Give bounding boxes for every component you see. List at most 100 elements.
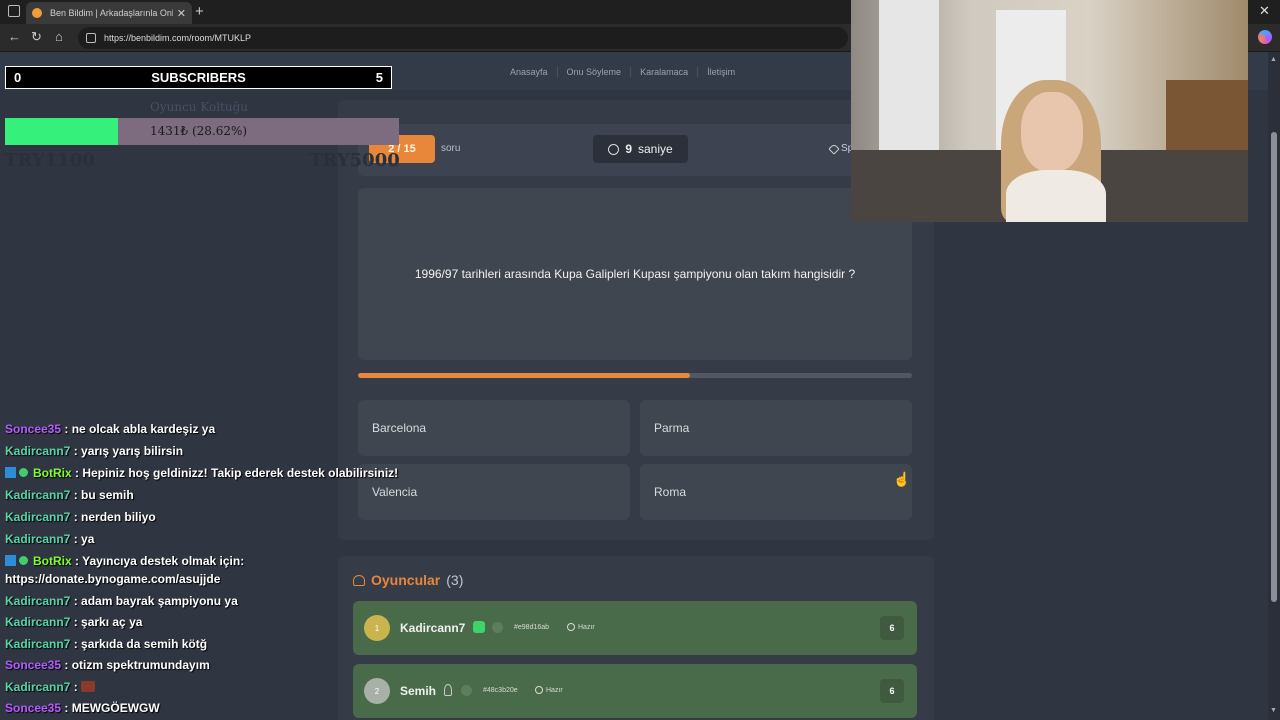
sub-goal-target: 5	[375, 70, 383, 85]
donation-goal-text: 1431₺ (28.62%)	[150, 124, 248, 138]
moderator-badge-icon	[5, 467, 16, 478]
verified-badge-icon	[19, 468, 28, 477]
player-status-text: Hazır	[578, 623, 595, 631]
chat-message: Kadircann7 : nerden biliyo	[5, 510, 156, 524]
chat-username[interactable]: Soncee35	[5, 422, 61, 436]
chat-message: Kadircann7 : bu semih	[5, 488, 134, 502]
chat-message: Kadircann7 : yarış yarış bilirsin	[5, 444, 183, 458]
chat-username[interactable]: Kadircann7	[5, 680, 70, 694]
chat-username[interactable]: Kadircann7	[5, 637, 70, 651]
player-score: 6	[880, 679, 904, 703]
close-tab-icon[interactable]: ✕	[177, 7, 186, 20]
chat-text: : Hepiniz hoş geldinizz! Takip ederek de…	[71, 466, 399, 480]
player-id: #e98d16ab	[514, 624, 550, 631]
timer: 9 saniye	[593, 135, 688, 163]
url-text: https://benbildim.com/room/MTUKLP	[104, 33, 252, 43]
scrollbar-thumb[interactable]	[1271, 132, 1277, 602]
check-circle-icon	[567, 623, 575, 631]
chat-message: Soncee35 : MEWGÖEWGW	[5, 701, 160, 715]
tag-icon	[828, 142, 840, 155]
chat-text: : nerden biliyo	[70, 510, 156, 524]
chat-username[interactable]: Kadircann7	[5, 488, 70, 502]
verified-badge-icon	[19, 556, 28, 565]
category-tag: Sp	[828, 142, 853, 155]
chat-text: : MEWGÖEWGW	[61, 701, 160, 715]
chat-username[interactable]: Kadircann7	[5, 594, 70, 608]
answer-option-2[interactable]: Parma	[640, 400, 912, 456]
time-progress-fill	[358, 373, 691, 378]
check-circle-icon	[535, 686, 543, 694]
reload-icon[interactable]: ↻	[31, 29, 42, 45]
donation-goal-label: Oyuncu Koltuğu	[150, 100, 249, 114]
chat-message: Kadircann7 :	[5, 680, 96, 694]
chat-emote-icon	[81, 681, 96, 692]
chat-message: BotRix : Yayıncıya destek olmak için:	[5, 554, 244, 568]
chat-text: : şarkıda da semih kötğ	[70, 637, 208, 651]
player-kick-icon[interactable]	[492, 622, 503, 633]
home-icon[interactable]: ⌂	[55, 29, 63, 44]
chat-text: : Yayıncıya destek olmak için:	[71, 554, 245, 568]
chat-message: https://donate.bynogame.com/asujjde	[5, 572, 220, 586]
chat-username[interactable]: Soncee35	[5, 658, 61, 672]
page-scrollbar[interactable]: ▲ ▼	[1268, 52, 1280, 720]
sub-goal-current: 0	[14, 70, 22, 85]
chat-message: Kadircann7 : adam bayrak şampiyonu ya	[5, 594, 238, 608]
players-count: (3)	[446, 572, 464, 588]
timer-unit: saniye	[638, 142, 673, 156]
chat-username[interactable]: Kadircann7	[5, 615, 70, 629]
chat-text: : ne olcak abla kardeşiz ya	[61, 422, 216, 436]
question-box: 1996/97 tarihleri arasında Kupa Galipler…	[358, 188, 912, 360]
chat-username[interactable]: BotRix	[33, 554, 72, 568]
chat-text: :	[70, 680, 82, 694]
chat-message: Soncee35 : ne olcak abla kardeşiz ya	[5, 422, 215, 436]
back-icon[interactable]: ←	[8, 29, 21, 44]
answer-option-4[interactable]: Roma	[640, 464, 912, 520]
chat-text: : bu semih	[70, 488, 134, 502]
donation-goal-max: TRY5000	[309, 150, 400, 171]
player-status-text: Hazır	[546, 686, 563, 694]
player-score: 6	[880, 616, 904, 640]
close-window-icon[interactable]: ✕	[1259, 3, 1270, 19]
moderator-badge-icon	[5, 555, 16, 566]
nav-link-taboo[interactable]: Onu Söyleme	[556, 67, 631, 77]
tab-title: Ben Bildim | Arkadaşlarınla Online	[50, 8, 173, 18]
clock-icon	[608, 143, 620, 155]
tab-actions-icon[interactable]	[8, 5, 20, 17]
player-kick-icon[interactable]	[461, 685, 472, 696]
player-row: 1 Kadircann7 #e98d16ab Hazır 6	[353, 601, 917, 655]
chat-message: Soncee35 : otizm spektrumundayım	[5, 658, 210, 672]
donation-goal-min: TRY1100	[4, 150, 95, 171]
chat-username[interactable]: Kadircann7	[5, 444, 70, 458]
host-crown-icon	[473, 621, 485, 633]
nav-link-home[interactable]: Anasayfa	[510, 67, 557, 77]
chat-text: : ya	[70, 532, 95, 546]
stream-chat: Soncee35 : ne olcak abla kardeşiz ya Kadi…	[3, 402, 423, 720]
chat-username[interactable]: BotRix	[33, 466, 72, 480]
time-progress-bar	[358, 373, 912, 378]
site-info-icon[interactable]	[86, 33, 96, 43]
chat-username[interactable]: Soncee35	[5, 701, 61, 715]
chat-message: Kadircann7 : ya	[5, 532, 94, 546]
browser-tab[interactable]: Ben Bildim | Arkadaşlarınla Online ✕	[26, 2, 192, 24]
chat-message: BotRix : Hepiniz hoş geldinizz! Takip ed…	[5, 466, 398, 480]
scroll-down-icon[interactable]: ▼	[1270, 707, 1277, 714]
donation-goal-fill	[5, 118, 118, 145]
scroll-up-icon[interactable]: ▲	[1270, 56, 1277, 63]
chat-text: : yarış yarış bilirsin	[70, 444, 184, 458]
url-field[interactable]: https://benbildim.com/room/MTUKLP	[78, 27, 848, 49]
chat-text: : otizm spektrumundayım	[61, 658, 210, 672]
donation-goal-bar: 1431₺ (28.62%)	[5, 118, 399, 145]
copilot-icon[interactable]	[1258, 30, 1272, 44]
chat-message: Kadircann7 : şarkı aç ya	[5, 615, 142, 629]
new-tab-icon[interactable]: +	[195, 3, 204, 20]
mouse-cursor-icon: ☝	[893, 471, 911, 487]
question-text: 1996/97 tarihleri arasında Kupa Galipler…	[414, 267, 856, 281]
site-favicon-icon	[32, 8, 42, 18]
chat-text: https://donate.bynogame.com/asujjde	[5, 572, 221, 586]
player-status: Hazır	[567, 623, 595, 631]
player-status: Hazır	[535, 686, 563, 694]
nav-link-draw[interactable]: Karalamaca	[630, 67, 697, 77]
nav-link-contact[interactable]: İletişim	[697, 67, 744, 77]
chat-username[interactable]: Kadircann7	[5, 510, 70, 524]
chat-username[interactable]: Kadircann7	[5, 532, 70, 546]
